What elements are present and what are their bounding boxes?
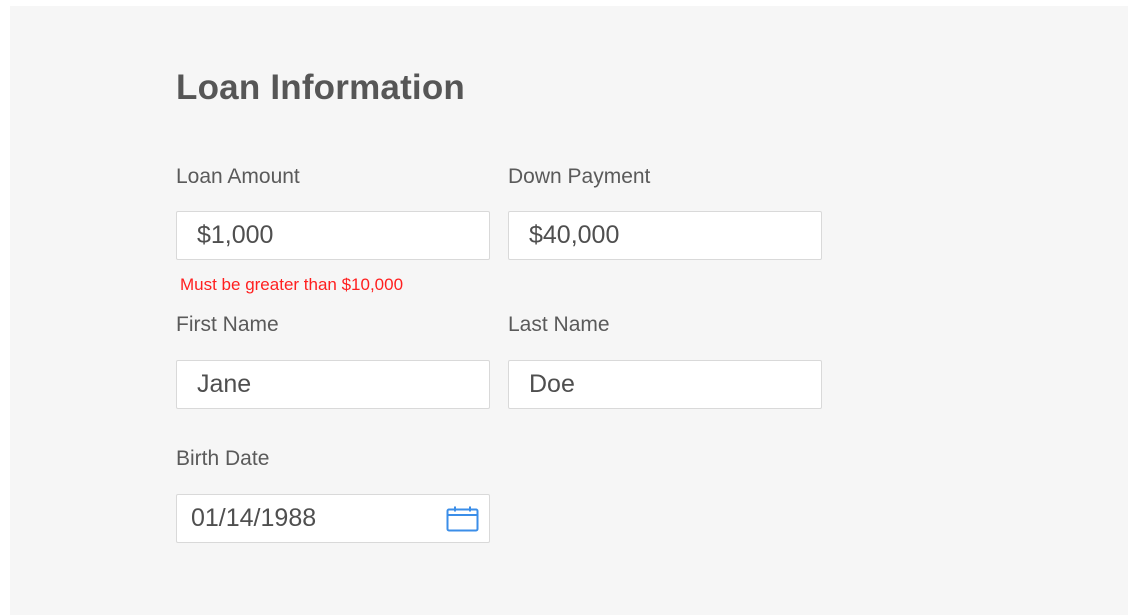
down-payment-field-wrapper xyxy=(508,211,822,260)
birth-date-field-wrapper xyxy=(176,494,490,543)
loan-amount-field-wrapper xyxy=(176,211,490,260)
loan-amount-error: Must be greater than $10,000 xyxy=(180,275,404,294)
first-name-field-wrapper xyxy=(176,360,490,409)
birth-date-input[interactable] xyxy=(177,495,437,542)
last-name-field-wrapper xyxy=(508,360,822,409)
birth-date-label: Birth Date xyxy=(176,447,270,470)
last-name-input[interactable] xyxy=(509,361,821,408)
calendar-icon[interactable] xyxy=(446,506,479,532)
first-name-input[interactable] xyxy=(177,361,489,408)
first-name-label: First Name xyxy=(176,313,279,336)
page-title: Loan Information xyxy=(176,68,466,107)
down-payment-label: Down Payment xyxy=(508,165,651,188)
down-payment-input[interactable] xyxy=(509,212,821,259)
last-name-label: Last Name xyxy=(508,313,610,336)
loan-amount-input[interactable] xyxy=(177,212,489,259)
loan-amount-label: Loan Amount xyxy=(176,165,300,188)
